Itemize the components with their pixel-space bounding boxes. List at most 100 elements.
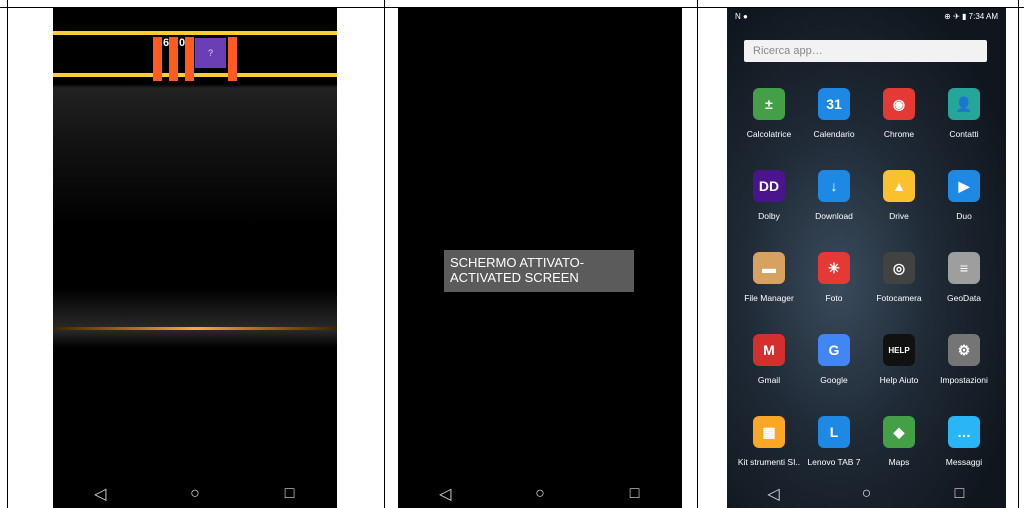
app-label: Gmail xyxy=(757,375,781,385)
recents-button[interactable]: □ xyxy=(615,484,655,504)
horizon-glow xyxy=(53,327,337,330)
google-icon: G xyxy=(818,334,850,366)
bar xyxy=(169,37,178,81)
home-button[interactable]: ○ xyxy=(847,484,887,504)
app-label: Drive xyxy=(889,211,909,221)
folder-icon: ▬ xyxy=(753,252,785,284)
app-label: Kit strumenti SI.. xyxy=(737,457,801,467)
recents-icon: □ xyxy=(629,485,640,502)
back-button[interactable]: ◁ xyxy=(80,484,120,504)
app-gmail[interactable]: M Gmail xyxy=(734,334,804,385)
score-digit: 0 xyxy=(179,37,186,49)
nav-bar: ◁ ○ □ xyxy=(398,480,682,508)
frame-left xyxy=(7,0,8,508)
app-label: Fotocamera xyxy=(876,293,922,303)
black-screen: SCHERMO ATTIVATO-ACTIVATED SCREEN ◁ ○ □ xyxy=(398,8,682,508)
home-button[interactable]: ○ xyxy=(520,484,560,504)
app-help-aiuto[interactable]: HELP Help Aiuto xyxy=(864,334,934,385)
frame-divider-2 xyxy=(697,0,698,508)
app-maps[interactable]: ◆ Maps xyxy=(864,416,934,467)
app-duo[interactable]: ▶ Duo xyxy=(929,170,999,221)
calculator-icon: ± xyxy=(753,88,785,120)
app-label: File Manager xyxy=(744,293,794,303)
settings-icon: ⚙ xyxy=(948,334,980,366)
duo-icon: ▶ xyxy=(948,170,980,202)
app-kit-strumenti-si[interactable]: ▦ Kit strumenti SI.. xyxy=(734,416,804,467)
app-foto[interactable]: ✳ Foto xyxy=(799,252,869,303)
app-label: Dolby xyxy=(758,211,780,221)
nav-bar: ◁ ○ □ xyxy=(727,480,1006,508)
recents-button[interactable]: □ xyxy=(270,484,310,504)
app-geodata[interactable]: ≡ GeoData xyxy=(929,252,999,303)
gmail-icon: M xyxy=(753,334,785,366)
top-rail xyxy=(53,31,337,35)
game-screen[interactable]: 6 0 ? ◁ ○ □ xyxy=(53,8,337,508)
back-button[interactable]: ◁ xyxy=(425,484,465,504)
mystery-block[interactable]: ? xyxy=(195,38,226,68)
camera-icon: ◎ xyxy=(883,252,915,284)
app-label: Duo xyxy=(956,211,972,221)
app-drawer: N ● ⊕ ✈ ▮ 7:34 AM Ricerca app… ± Calcolat… xyxy=(727,8,1006,508)
app-label: Foto xyxy=(825,293,843,303)
app-label: Calcolatrice xyxy=(746,129,792,139)
bar xyxy=(228,37,237,81)
app-calcolatrice[interactable]: ± Calcolatrice xyxy=(734,88,804,139)
app-label: Google xyxy=(820,375,848,385)
recents-icon: □ xyxy=(284,485,295,502)
frame-divider-1 xyxy=(384,0,385,508)
app-contatti[interactable]: 👤 Contatti xyxy=(929,88,999,139)
app-google[interactable]: G Google xyxy=(799,334,869,385)
app-label: Lenovo TAB 7 xyxy=(807,457,861,467)
contacts-icon: 👤 xyxy=(948,88,980,120)
notification-icons: N ● xyxy=(735,11,748,21)
app-download[interactable]: ↓ Download xyxy=(799,170,869,221)
bar xyxy=(185,37,194,81)
app-calendario[interactable]: 31 Calendario xyxy=(799,88,869,139)
app-label: Messaggi xyxy=(945,457,983,467)
app-label: Maps xyxy=(888,457,910,467)
app-chrome[interactable]: ◉ Chrome xyxy=(864,88,934,139)
toolkit-icon: ▦ xyxy=(753,416,785,448)
dolby-icon: DD xyxy=(753,170,785,202)
back-icon: ◁ xyxy=(439,486,452,503)
home-icon: ○ xyxy=(861,485,872,502)
app-label: Download xyxy=(815,211,853,221)
frame-right xyxy=(1018,0,1019,508)
app-lenovo-tab-7[interactable]: L Lenovo TAB 7 xyxy=(799,416,869,467)
app-file-manager[interactable]: ▬ File Manager xyxy=(734,252,804,303)
app-label: Impostazioni xyxy=(940,375,988,385)
app-label: Calendario xyxy=(813,129,855,139)
app-impostazioni[interactable]: ⚙ Impostazioni xyxy=(929,334,999,385)
bar xyxy=(153,37,162,81)
nav-bar: ◁ ○ □ xyxy=(53,480,337,508)
status-bar: N ● ⊕ ✈ ▮ 7:34 AM xyxy=(727,8,1006,24)
app-label: Help Aiuto xyxy=(879,375,919,385)
app-messaggi[interactable]: … Messaggi xyxy=(929,416,999,467)
back-icon: ◁ xyxy=(767,486,780,503)
home-icon: ○ xyxy=(535,485,545,502)
drive-icon: ▲ xyxy=(883,170,915,202)
home-icon: ○ xyxy=(190,485,200,502)
download-icon: ↓ xyxy=(818,170,850,202)
lenovo-icon: L xyxy=(818,416,850,448)
app-dolby[interactable]: DD Dolby xyxy=(734,170,804,221)
app-fotocamera[interactable]: ◎ Fotocamera xyxy=(864,252,934,303)
messages-icon: … xyxy=(948,416,980,448)
app-drive[interactable]: ▲ Drive xyxy=(864,170,934,221)
maps-icon: ◆ xyxy=(883,416,915,448)
recents-button[interactable]: □ xyxy=(940,484,980,504)
photos-icon: ✳ xyxy=(818,252,850,284)
recents-icon: □ xyxy=(954,485,965,502)
search-input[interactable]: Ricerca app… xyxy=(744,40,987,62)
home-button[interactable]: ○ xyxy=(175,484,215,504)
chrome-icon: ◉ xyxy=(883,88,915,120)
database-icon: ≡ xyxy=(948,252,980,284)
app-label: Contatti xyxy=(949,129,979,139)
score-digit: 6 xyxy=(163,37,170,49)
app-label: Chrome xyxy=(883,129,915,139)
bottom-rail xyxy=(53,73,337,77)
back-button[interactable]: ◁ xyxy=(754,484,794,504)
help-icon: HELP xyxy=(883,334,915,366)
toast-message: SCHERMO ATTIVATO-ACTIVATED SCREEN xyxy=(444,250,634,292)
status-right: ⊕ ✈ ▮ 7:34 AM xyxy=(944,11,998,21)
